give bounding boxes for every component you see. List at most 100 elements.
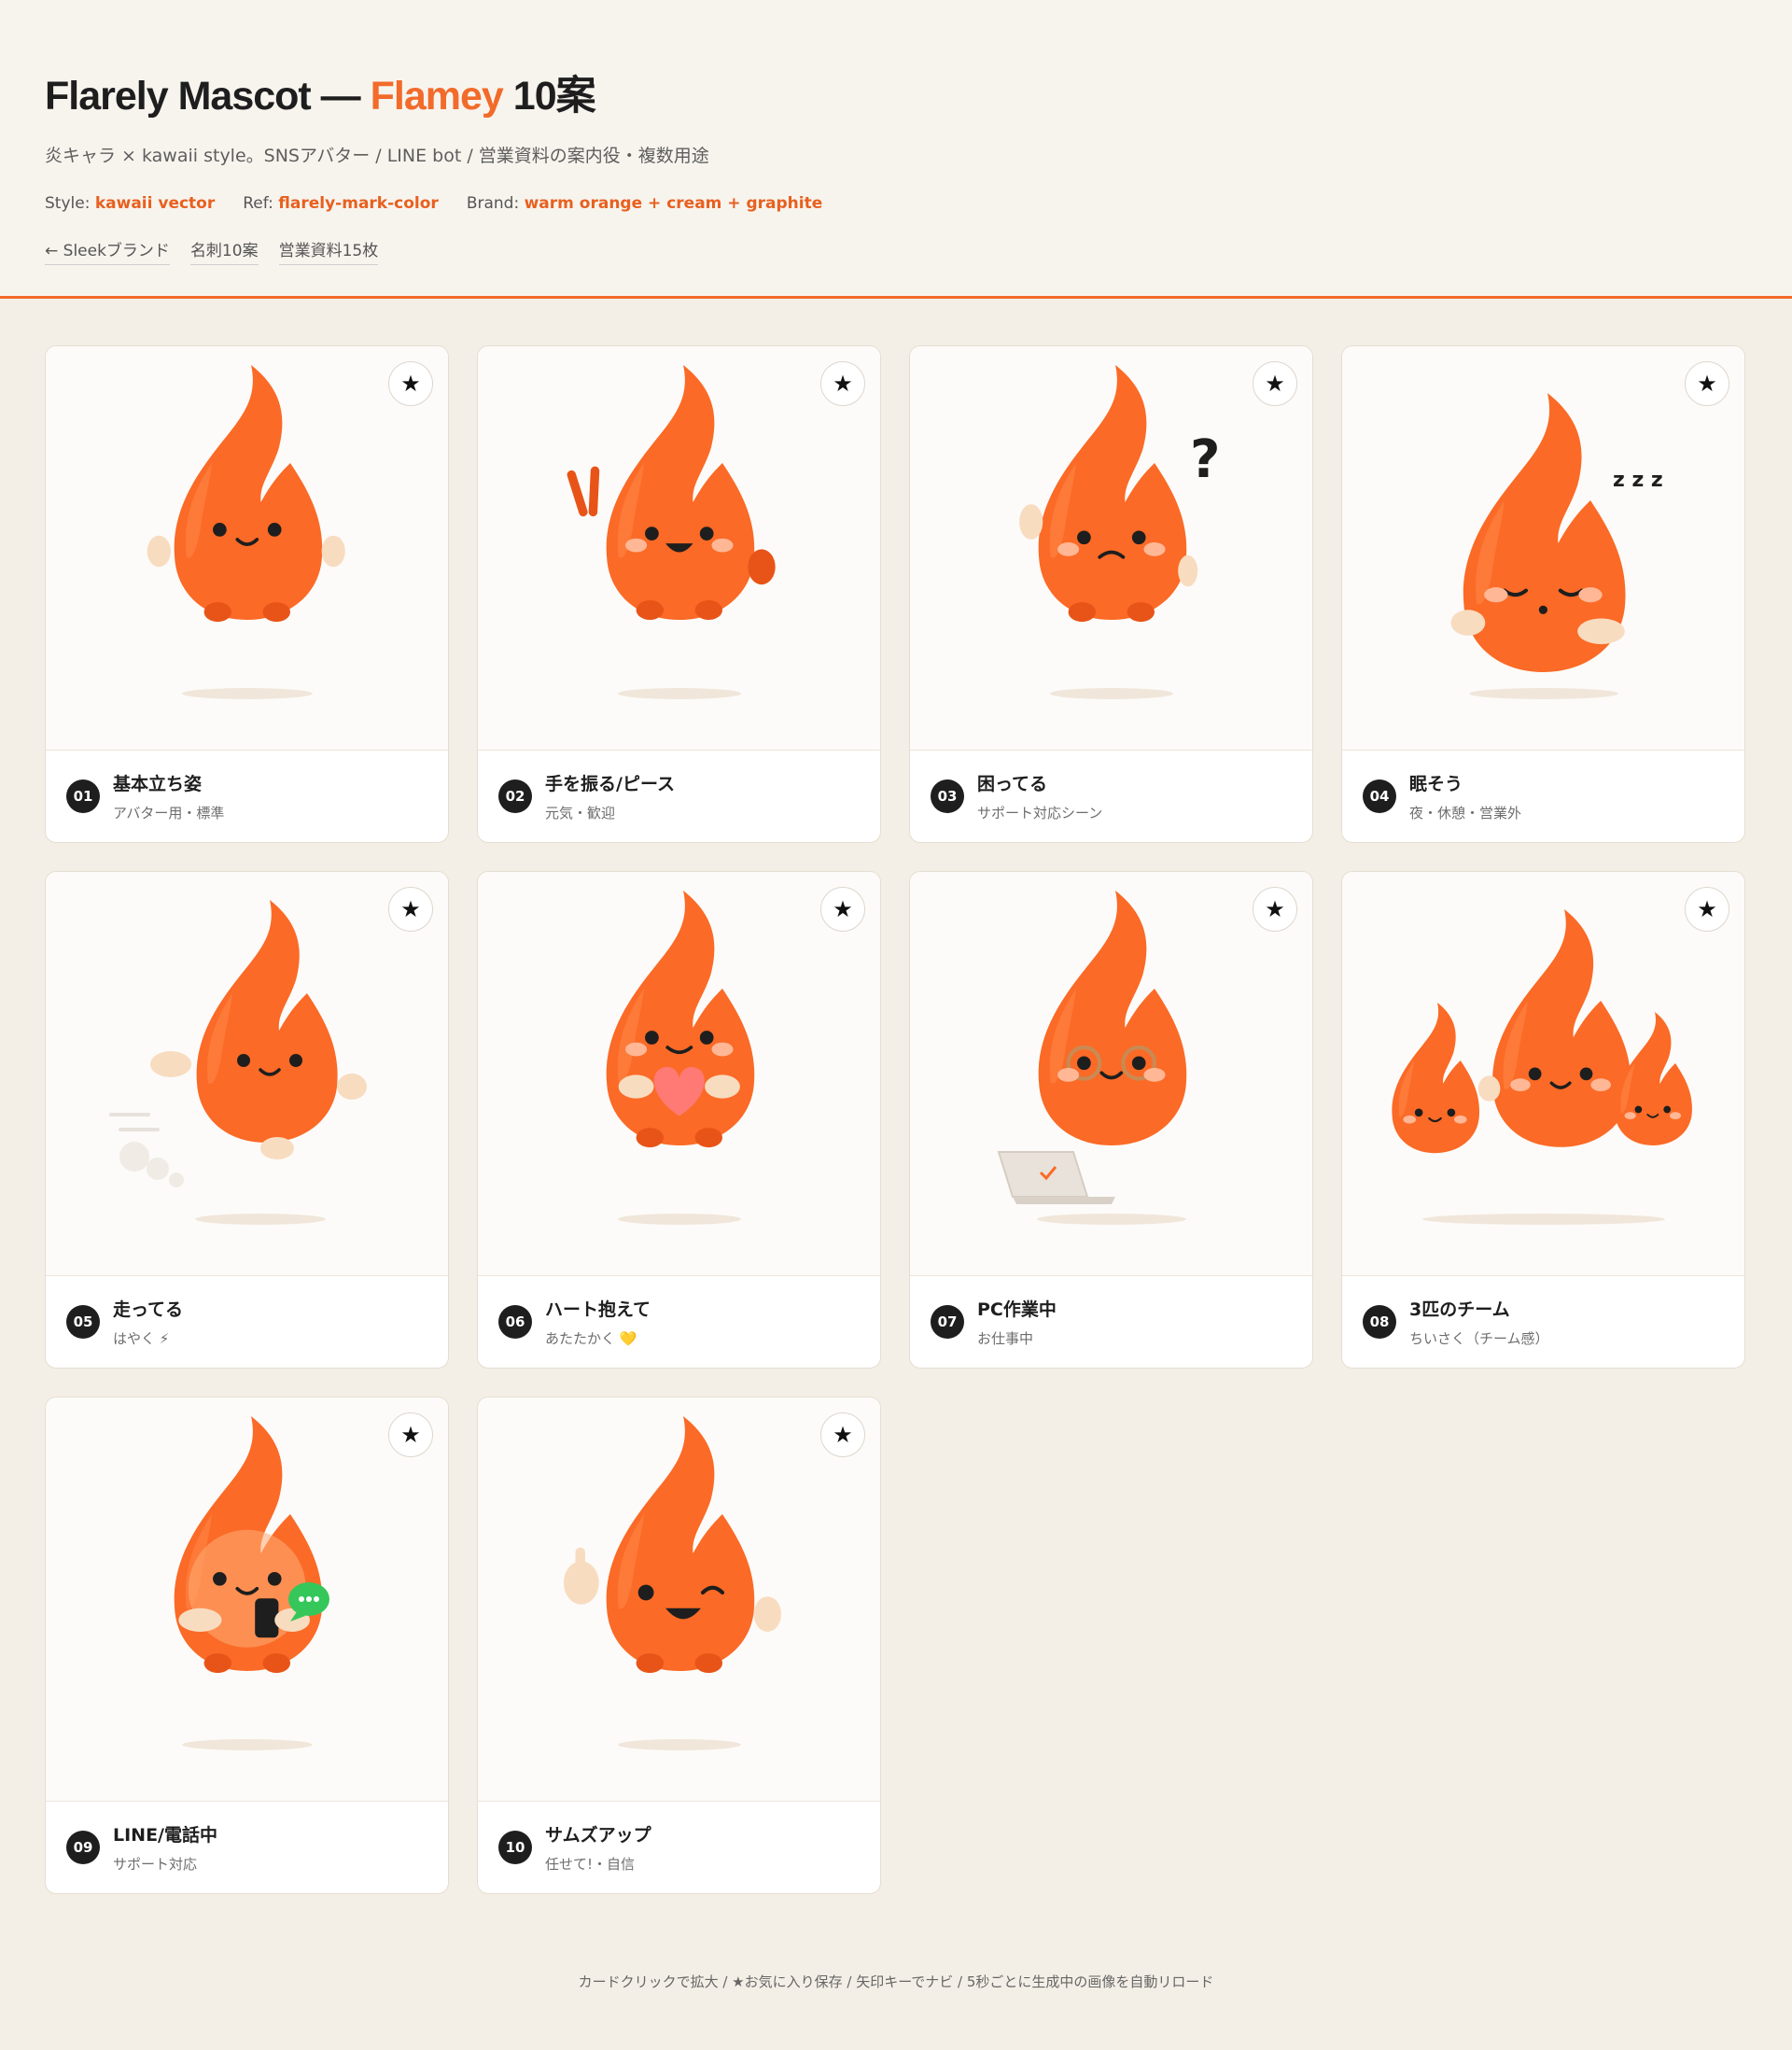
meta-style-value: kawaii vector (94, 194, 216, 213)
card-text: 基本立ち姿 アバター用・標準 (113, 770, 224, 822)
card-info: 08 3匹のチーム ちいさく（チーム感） (1342, 1276, 1744, 1368)
star-icon: ★ (400, 371, 421, 397)
card-text: PC作業中 お仕事中 (977, 1296, 1057, 1348)
mascot-illustration: ★ (910, 872, 1312, 1276)
card-number-badge: 01 (66, 779, 100, 813)
favorite-star-button[interactable]: ★ (820, 361, 865, 406)
card-text: 困ってる サポート対応シーン (977, 770, 1102, 822)
related-links: ← Sleekブランド 名刺10案 営業資料15枚 (45, 237, 1747, 265)
card-description: 元気・歓迎 (545, 805, 616, 821)
favorite-star-button[interactable]: ★ (388, 887, 433, 932)
favorite-star-button[interactable]: ★ (388, 361, 433, 406)
meta-ref-label: Ref: (243, 194, 273, 213)
card-number-badge: 07 (931, 1305, 964, 1339)
star-icon: ★ (1265, 371, 1285, 397)
star-icon: ★ (833, 1422, 853, 1448)
card-text: LINE/電話中 サポート対応 (113, 1821, 217, 1874)
star-icon: ★ (1265, 896, 1285, 922)
favorite-star-button[interactable]: ★ (1685, 887, 1729, 932)
flame-mascot-image: ? (1019, 365, 1220, 699)
favorite-star-button[interactable]: ★ (820, 887, 865, 932)
favorite-star-button[interactable]: ★ (1253, 887, 1297, 932)
card-title: 眠そう (1409, 774, 1463, 794)
footer-hint: カードクリックで拡大 / ★お気に入り保存 / 矢印キーでナビ / 5秒ごとに生… (578, 1973, 1214, 1990)
card-info: 04 眠そう 夜・休憩・営業外 (1342, 751, 1744, 842)
flame-mascot-image (1392, 909, 1692, 1225)
mascot-card[interactable]: ★ 09 LINE/電話中 サポート対応 (45, 1397, 449, 1894)
favorite-star-button[interactable]: ★ (388, 1412, 433, 1457)
card-title: LINE/電話中 (113, 1825, 217, 1846)
card-text: 3匹のチーム ちいさく（チーム感） (1409, 1296, 1549, 1348)
card-info: 03 困ってる サポート対応シーン (910, 751, 1312, 842)
card-text: ハート抱えて あたたかく 💛 (545, 1296, 651, 1348)
mascot-card[interactable]: ★ 05 走ってる はやく ⚡ (45, 871, 449, 1369)
link-sales-deck[interactable]: 営業資料15枚 (278, 237, 379, 265)
card-title: 3匹のチーム (1409, 1299, 1510, 1320)
card-info: 06 ハート抱えて あたたかく 💛 (478, 1276, 880, 1368)
mascot-card[interactable]: ★ 10 サムズアップ 任せて!・自信 (477, 1397, 881, 1894)
mascot-illustration: ★ (46, 1397, 448, 1802)
flame-mascot-image (606, 891, 755, 1225)
mascot-card[interactable]: ★ 06 ハート抱えて あたたかく 💛 (477, 871, 881, 1369)
mascot-illustration: ? ★ (910, 346, 1312, 751)
card-title: 走ってる (113, 1299, 184, 1320)
card-description: サポート対応シーン (977, 805, 1103, 821)
meta-ref-value: flarely-mark-color (278, 194, 439, 213)
mascot-illustration: ★ (46, 346, 448, 751)
card-description: はやく ⚡ (113, 1330, 170, 1347)
mascot-illustration: ★ (478, 1397, 880, 1802)
card-number-badge: 02 (498, 779, 532, 813)
card-text: 手を振る/ピース 元気・歓迎 (545, 770, 675, 822)
mascot-card[interactable]: ? ★ 03 困ってる サポート対応シーン (909, 345, 1313, 843)
card-title: 基本立ち姿 (113, 774, 203, 794)
card-info: 01 基本立ち姿 アバター用・標準 (46, 751, 448, 842)
flame-mascot-image (109, 900, 367, 1225)
card-info: 02 手を振る/ピース 元気・歓迎 (478, 751, 880, 842)
favorite-star-button[interactable]: ★ (820, 1412, 865, 1457)
card-info: 10 サムズアップ 任せて!・自信 (478, 1802, 880, 1893)
flame-mascot-image: z z z (1450, 393, 1663, 699)
favorite-star-button[interactable]: ★ (1685, 361, 1729, 406)
card-title: ハート抱えて (545, 1299, 651, 1320)
card-description: お仕事中 (977, 1330, 1034, 1347)
page-subtitle: 炎キャラ × kawaii style。SNSアバター / LINE bot /… (45, 146, 709, 166)
favorite-star-button[interactable]: ★ (1253, 361, 1297, 406)
mascot-card[interactable]: ★ 02 手を振る/ピース 元気・歓迎 (477, 345, 881, 843)
card-text: 眠そう 夜・休憩・営業外 (1409, 770, 1521, 822)
mascot-card[interactable]: z z z ★ 04 眠そう 夜・休憩・営業外 (1341, 345, 1745, 843)
mascot-illustration: ★ (46, 872, 448, 1276)
card-number-badge: 03 (931, 779, 964, 813)
card-description: サポート対応 (113, 1856, 198, 1873)
card-description: 任せて!・自信 (545, 1856, 636, 1873)
star-icon: ★ (833, 896, 853, 922)
mascot-illustration: ★ (478, 872, 880, 1276)
star-icon: ★ (833, 371, 853, 397)
meta-brand-value: warm orange + cream + graphite (524, 194, 823, 213)
card-description: アバター用・標準 (113, 805, 225, 821)
flame-mascot-image (174, 1416, 329, 1750)
page-header: Flarely Mascot — Flamey 10案 炎キャラ × kawai… (0, 0, 1792, 299)
star-icon: ★ (400, 896, 421, 922)
mascot-card[interactable]: ★ 01 基本立ち姿 アバター用・標準 (45, 345, 449, 843)
card-number-badge: 09 (66, 1831, 100, 1864)
star-icon: ★ (1697, 896, 1717, 922)
svg-text:z z z: z z z (1613, 469, 1663, 492)
card-number-badge: 05 (66, 1305, 100, 1339)
svg-text:?: ? (1190, 429, 1220, 490)
card-number-badge: 04 (1363, 779, 1396, 813)
mascot-illustration: z z z ★ (1342, 346, 1744, 751)
meta-ref: Ref: flarely-mark-color (243, 194, 439, 213)
mascot-card[interactable]: ★ 07 PC作業中 お仕事中 (909, 871, 1313, 1369)
flame-mascot-image (567, 365, 776, 699)
card-text: 走ってる はやく ⚡ (113, 1296, 183, 1348)
card-title: PC作業中 (977, 1299, 1057, 1320)
flame-mascot-image (997, 891, 1187, 1225)
card-info: 05 走ってる はやく ⚡ (46, 1276, 448, 1368)
card-text: サムズアップ 任せて!・自信 (545, 1821, 651, 1874)
link-sleek-brand[interactable]: ← Sleekブランド (45, 237, 170, 265)
link-business-cards[interactable]: 名刺10案 (189, 237, 259, 265)
meta-row: Style: kawaii vector Ref: flarely-mark-c… (45, 194, 1747, 213)
title-suffix: 10案 (502, 74, 596, 119)
mascot-card[interactable]: ★ 08 3匹のチーム ちいさく（チーム感） (1341, 871, 1745, 1369)
star-icon: ★ (400, 1422, 421, 1448)
